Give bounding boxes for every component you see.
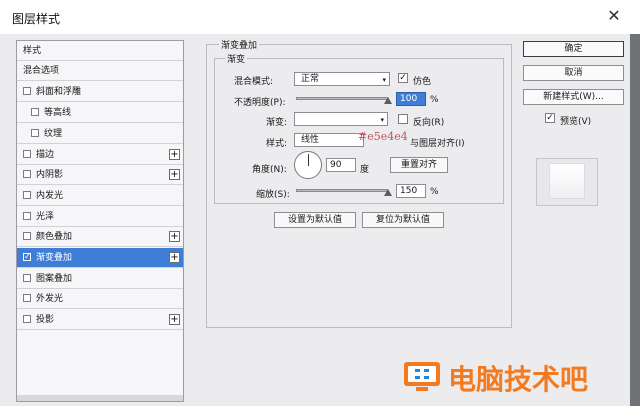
- sidebar-checkbox[interactable]: [31, 128, 39, 137]
- check-icon[interactable]: ✓: [23, 252, 31, 261]
- sidebar-checkbox[interactable]: [23, 86, 31, 95]
- chevron-down-icon: ▾: [382, 76, 386, 84]
- sidebar-item-label: 投影: [36, 315, 55, 325]
- check-icon[interactable]: ✓: [398, 73, 408, 83]
- sidebar-checkbox[interactable]: [23, 190, 31, 199]
- sidebar-item-label: 样式: [23, 46, 42, 56]
- align-layer-label: 与图层对齐(I): [410, 139, 465, 149]
- sidebar-item-gradient-overlay[interactable]: ✓ 渐变叠加 +: [17, 248, 183, 268]
- window-title: 图层样式: [12, 12, 61, 26]
- blend-mode-select[interactable]: 正常 ▾: [294, 72, 390, 86]
- reverse-checkbox[interactable]: [398, 114, 408, 124]
- reverse-label: 反向(R): [413, 118, 445, 128]
- opacity-input[interactable]: 100: [396, 92, 426, 106]
- sidebar-item-drop-shadow[interactable]: 投影 +: [17, 310, 183, 330]
- sidebar-checkbox[interactable]: [23, 169, 31, 178]
- sidebar-item-label: 内阴影: [36, 170, 64, 180]
- blend-mode-label: 混合模式:: [234, 77, 274, 87]
- add-icon[interactable]: +: [169, 149, 180, 160]
- scale-label: 缩放(S):: [256, 190, 290, 200]
- set-default-button[interactable]: 设置为默认值: [274, 212, 356, 228]
- sidebar-item-contour[interactable]: 等高线: [17, 103, 183, 123]
- sidebar-checkbox[interactable]: [23, 149, 31, 158]
- sidebar-checkbox[interactable]: [23, 293, 31, 302]
- angle-needle: [308, 154, 309, 166]
- style-select[interactable]: 线性: [294, 133, 364, 147]
- preview-swatch: [549, 163, 585, 199]
- sidebar-item-pattern-overlay[interactable]: 图案叠加: [17, 269, 183, 289]
- scale-slider-thumb[interactable]: [384, 189, 392, 196]
- opacity-slider[interactable]: [296, 97, 388, 100]
- angle-input[interactable]: 90: [326, 158, 356, 172]
- sidebar-checkbox[interactable]: [23, 231, 31, 240]
- sidebar-item-color-overlay[interactable]: 颜色叠加 +: [17, 227, 183, 247]
- close-icon[interactable]: ✕: [605, 7, 623, 25]
- style-preview: [536, 158, 598, 206]
- dither-label: 仿色: [413, 77, 432, 87]
- sidebar-item-styles[interactable]: 样式: [17, 41, 183, 61]
- sidebar-item-inner-shadow[interactable]: 内阴影 +: [17, 165, 183, 185]
- opacity-label: 不透明度(P):: [234, 98, 286, 108]
- sidebar-checkbox[interactable]: [23, 314, 31, 323]
- sidebar-item-satin[interactable]: 光泽: [17, 207, 183, 227]
- sidebar-item-blending-options[interactable]: 混合选项: [17, 61, 183, 81]
- sidebar-item-label: 等高线: [44, 108, 72, 118]
- gradient-label: 渐变:: [266, 118, 288, 128]
- sidebar-item-label: 外发光: [36, 294, 64, 304]
- angle-label: 角度(N):: [252, 165, 287, 175]
- gradient-picker[interactable]: ▾: [294, 112, 388, 126]
- sidebar-item-label: 斜面和浮雕: [36, 87, 82, 97]
- reset-default-button[interactable]: 复位为默认值: [362, 212, 444, 228]
- computer-icon: [404, 362, 440, 391]
- sidebar-item-label: 颜色叠加: [36, 232, 73, 242]
- opacity-slider-thumb[interactable]: [384, 97, 392, 104]
- ok-button[interactable]: 确定: [523, 41, 624, 57]
- sidebar-item-bevel-emboss[interactable]: 斜面和浮雕: [17, 82, 183, 102]
- sidebar-item-label: 内发光: [36, 191, 64, 201]
- new-style-button[interactable]: 新建样式(W)...: [523, 89, 624, 105]
- add-icon[interactable]: +: [169, 169, 180, 180]
- color-tooltip: #e5e4e4: [358, 130, 408, 143]
- style-label: 样式:: [266, 139, 288, 149]
- sidebar-item-stroke[interactable]: 描边 +: [17, 145, 183, 165]
- sidebar-item-label: 图案叠加: [36, 274, 73, 284]
- sidebar-item-label: 混合选项: [23, 66, 60, 76]
- sidebar-item-outer-glow[interactable]: 外发光: [17, 289, 183, 309]
- reset-align-button[interactable]: 重置对齐: [390, 157, 448, 173]
- style-value: 线性: [301, 135, 320, 145]
- cancel-button[interactable]: 取消: [523, 65, 624, 81]
- sidebar-item-inner-glow[interactable]: 内发光: [17, 186, 183, 206]
- sidebar-checkbox[interactable]: [23, 273, 31, 282]
- add-icon[interactable]: +: [169, 314, 180, 325]
- sidebar-item-label: 渐变叠加: [36, 253, 73, 263]
- group-title: 渐变叠加: [219, 38, 260, 51]
- scale-input[interactable]: 150: [396, 184, 426, 198]
- watermark-text: 电脑技术吧: [448, 363, 589, 396]
- angle-unit: 度: [360, 165, 370, 175]
- sidebar-checkbox[interactable]: [23, 211, 31, 220]
- add-icon[interactable]: +: [169, 252, 180, 263]
- angle-dial[interactable]: [294, 151, 322, 179]
- watermark: 电脑技术吧: [400, 356, 588, 400]
- chevron-down-icon: ▾: [380, 116, 384, 124]
- list-footer: [17, 395, 183, 401]
- preview-label: 预览(V): [560, 117, 592, 127]
- subgroup-title: 渐变: [225, 52, 248, 65]
- sidebar-item-label: 描边: [36, 150, 55, 160]
- check-icon[interactable]: ✓: [545, 113, 555, 123]
- styles-list: 样式 混合选项 斜面和浮雕 等高线 纹理 描边 + 内阴影 + 内发光 光泽 颜…: [16, 40, 184, 402]
- sidebar-checkbox[interactable]: [31, 107, 39, 116]
- scale-slider[interactable]: [296, 189, 388, 192]
- title-bar: 图层样式 ✕: [0, 0, 640, 34]
- blend-mode-value: 正常: [301, 74, 320, 84]
- sidebar-item-label: 纹理: [44, 129, 63, 139]
- add-icon[interactable]: +: [169, 231, 180, 242]
- percent-sign: %: [430, 95, 439, 105]
- percent-sign: %: [430, 187, 439, 197]
- sidebar-item-texture[interactable]: 纹理: [17, 124, 183, 144]
- sidebar-item-label: 光泽: [36, 212, 55, 222]
- background-edge: [630, 34, 640, 406]
